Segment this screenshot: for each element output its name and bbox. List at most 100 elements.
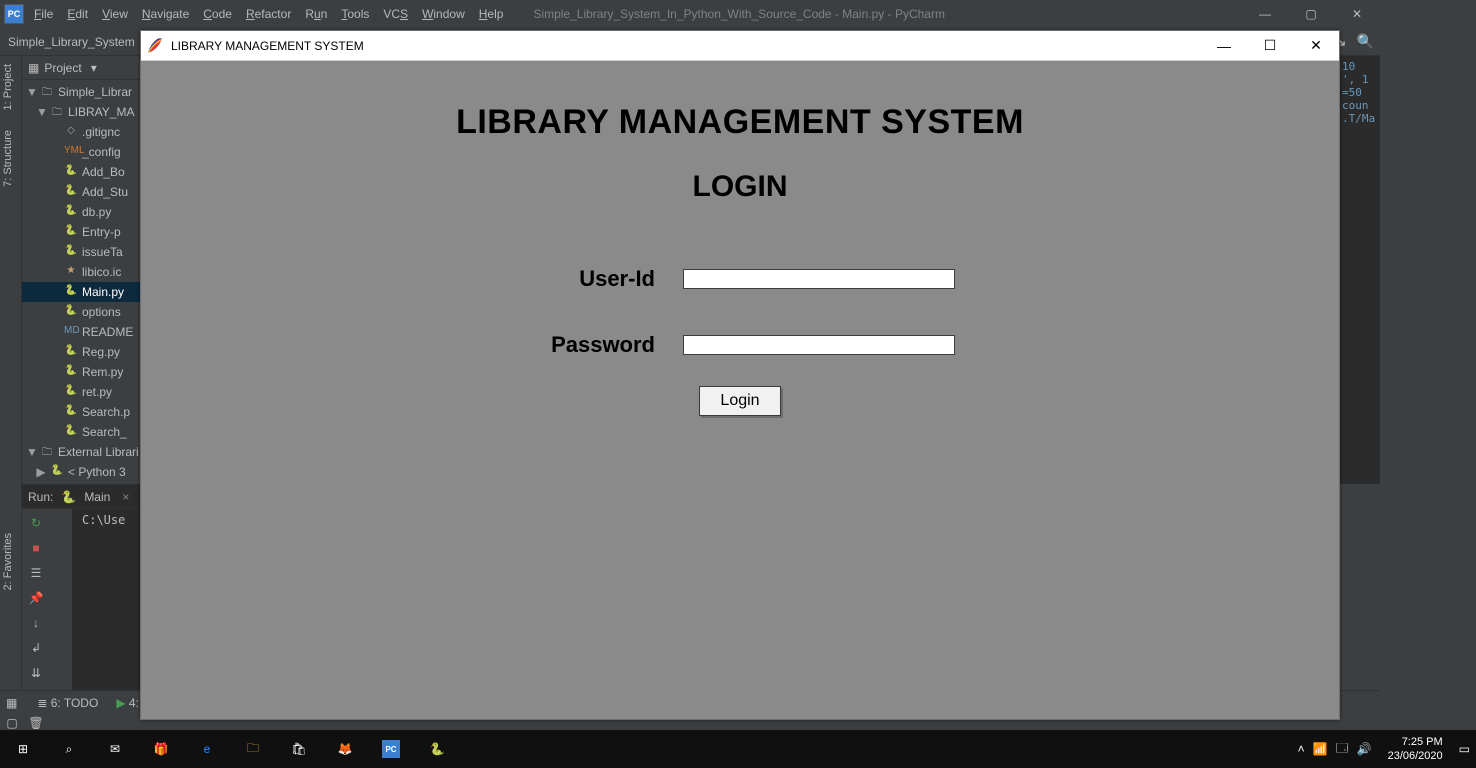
ico-file-icon: ★ <box>64 265 78 279</box>
login-button[interactable]: Login <box>699 386 781 416</box>
tree-row[interactable]: ◇.gitignc <box>22 122 141 142</box>
tree-twisty-icon[interactable]: ▶ <box>36 465 46 479</box>
editor-fragment: coun <box>1342 99 1378 112</box>
tree-row[interactable]: 🐍db.py <box>22 202 141 222</box>
notifications-icon[interactable]: ▭ <box>1459 742 1470 756</box>
firefox-icon[interactable]: 🦊 <box>322 730 368 768</box>
tk-feather-icon <box>145 36 165 56</box>
python-icon: 🐍 <box>61 490 76 504</box>
chevron-down-icon[interactable]: ▾ <box>91 61 97 75</box>
tree-row[interactable]: MDREADME <box>22 322 141 342</box>
tool-window-icon[interactable]: ▦ <box>6 696 17 710</box>
py-file-icon: 🐍 <box>64 185 78 199</box>
menu-window[interactable]: Window <box>422 7 465 21</box>
stop-icon[interactable]: ■ <box>25 537 47 559</box>
start-button[interactable]: ⊞ <box>0 730 46 768</box>
tree-row[interactable]: 🐍Entry-p <box>22 222 141 242</box>
menu-help[interactable]: Help <box>479 7 504 21</box>
menu-file[interactable]: File <box>34 7 53 21</box>
pycharm-taskbar-icon[interactable]: PC <box>368 730 414 768</box>
tree-twisty-icon[interactable]: ▼ <box>26 445 36 459</box>
project-tree[interactable]: ▼🗀Simple_Librar▼🗀LIBRAY_MA◇.gitigncYML_c… <box>22 80 141 482</box>
run-config-name[interactable]: Main <box>84 490 110 504</box>
tree-row[interactable]: 🐍Search_ <box>22 422 141 442</box>
tree-row[interactable]: ★libico.ic <box>22 262 141 282</box>
user-id-field[interactable] <box>683 269 955 289</box>
editor-fragment: 10 <box>1342 60 1378 73</box>
gift-app-icon[interactable]: 🎁 <box>138 730 184 768</box>
menu-refactor[interactable]: Refactor <box>246 7 291 21</box>
pin-icon[interactable]: 📌 <box>25 587 47 609</box>
rerun-icon[interactable]: ↻ <box>25 512 47 534</box>
side-tab-favorites[interactable]: 2: Favorites <box>0 525 16 598</box>
tk-close-icon[interactable]: ✕ <box>1293 31 1339 61</box>
tree-row[interactable]: 🐍options <box>22 302 141 322</box>
scroll-icon[interactable]: ⇊ <box>25 662 47 684</box>
layout-icon[interactable]: ☰ <box>25 562 47 584</box>
tray-chevron-icon[interactable]: ˄ <box>1298 742 1305 756</box>
status-todo[interactable]: ≣ 6: TODO <box>37 696 98 710</box>
breadcrumb[interactable]: Simple_Library_System <box>8 35 135 49</box>
menu-run[interactable]: Run <box>305 7 327 21</box>
tree-twisty-icon[interactable]: ▼ <box>36 105 46 119</box>
menu-view[interactable]: View <box>102 7 128 21</box>
run-console[interactable]: C:\Use <box>76 509 142 690</box>
status-run[interactable]: ▶ 4: <box>116 696 139 710</box>
down-icon[interactable]: ↓ <box>25 612 47 634</box>
fld-file-icon: 🗀 <box>50 105 64 119</box>
menu-code[interactable]: Code <box>203 7 232 21</box>
password-field[interactable] <box>683 335 955 355</box>
tree-row[interactable]: 🐍Search.p <box>22 402 141 422</box>
tk-maximize-icon[interactable]: ☐ <box>1247 31 1293 61</box>
volume-icon[interactable]: 🔊 <box>1357 742 1372 756</box>
user-id-row: User-Id <box>141 266 1339 292</box>
tree-row[interactable]: 🐍Add_Bo <box>22 162 141 182</box>
editor-area[interactable]: 10', 1=50coun.T/Ma <box>1340 56 1380 484</box>
tree-row[interactable]: 🐍Reg.py <box>22 342 141 362</box>
pycharm-title-bar: PC File Edit View Navigate Code Refactor… <box>0 0 1380 28</box>
tree-row[interactable]: 🐍ret.py <box>22 382 141 402</box>
tree-row[interactable]: YML_config <box>22 142 141 162</box>
tk-content: LIBRARY MANAGEMENT SYSTEM LOGIN User-Id … <box>141 103 1339 416</box>
minimize-icon[interactable]: — <box>1242 0 1288 28</box>
maximize-icon[interactable]: ▢ <box>1288 0 1334 28</box>
menu-vcs[interactable]: VCS <box>383 7 408 21</box>
edge-icon[interactable]: e <box>184 730 230 768</box>
search-button[interactable]: ⌕ <box>46 730 92 768</box>
file-explorer-icon[interactable]: 🗀 <box>230 730 276 768</box>
tree-row[interactable]: ▼🗀External Librari <box>22 442 141 462</box>
tree-row[interactable]: 🐍issueTa <box>22 242 141 262</box>
python-taskbar-icon[interactable]: 🐍 <box>414 730 460 768</box>
close-icon[interactable]: ✕ <box>1334 0 1380 28</box>
editor-fragment: ', 1 <box>1342 73 1378 86</box>
side-tab-project[interactable]: 1: Project <box>0 56 16 118</box>
tk-window-title: LIBRARY MANAGEMENT SYSTEM <box>171 39 364 53</box>
project-tool-header[interactable]: ▦ Project ▾ <box>22 56 141 80</box>
yml-file-icon: YML <box>64 145 78 159</box>
py-file-icon: 🐍 <box>64 245 78 259</box>
tree-twisty-icon[interactable]: ▼ <box>26 85 36 99</box>
tray-clock[interactable]: 7:25 PM 23/06/2020 <box>1380 735 1451 763</box>
mail-app-icon[interactable]: ✉ <box>92 730 138 768</box>
pycharm-window-title: Simple_Library_System_In_Python_With_Sou… <box>533 7 945 21</box>
tree-row[interactable]: 🐍Rem.py <box>22 362 141 382</box>
battery-icon[interactable]: 🗔 <box>1336 739 1349 760</box>
tree-row[interactable]: 🐍Main.py <box>22 282 141 302</box>
search-icon[interactable]: 🔍 <box>1357 33 1374 50</box>
close-tab-icon[interactable]: × <box>122 490 129 504</box>
menu-tools[interactable]: Tools <box>341 7 369 21</box>
wrap-icon[interactable]: ↲ <box>25 637 47 659</box>
tree-row[interactable]: 🐍Add_Stu <box>22 182 141 202</box>
menu-edit[interactable]: Edit <box>67 7 88 21</box>
wifi-icon[interactable]: 📶 <box>1313 742 1328 756</box>
side-tab-structure[interactable]: 7: Structure <box>0 122 16 195</box>
tree-row[interactable]: ▶🐍< Python 3 <box>22 462 141 482</box>
menu-navigate[interactable]: Navigate <box>142 7 189 21</box>
tree-row[interactable]: ▼🗀Simple_Librar <box>22 82 141 102</box>
tree-row[interactable]: ▼🗀LIBRAY_MA <box>22 102 141 122</box>
ms-store-icon[interactable]: 🛍 <box>276 730 322 768</box>
tk-minimize-icon[interactable]: — <box>1201 31 1247 61</box>
tree-label: Reg.py <box>82 345 120 359</box>
tray-date: 23/06/2020 <box>1388 749 1443 763</box>
tree-label: Search.p <box>82 405 130 419</box>
